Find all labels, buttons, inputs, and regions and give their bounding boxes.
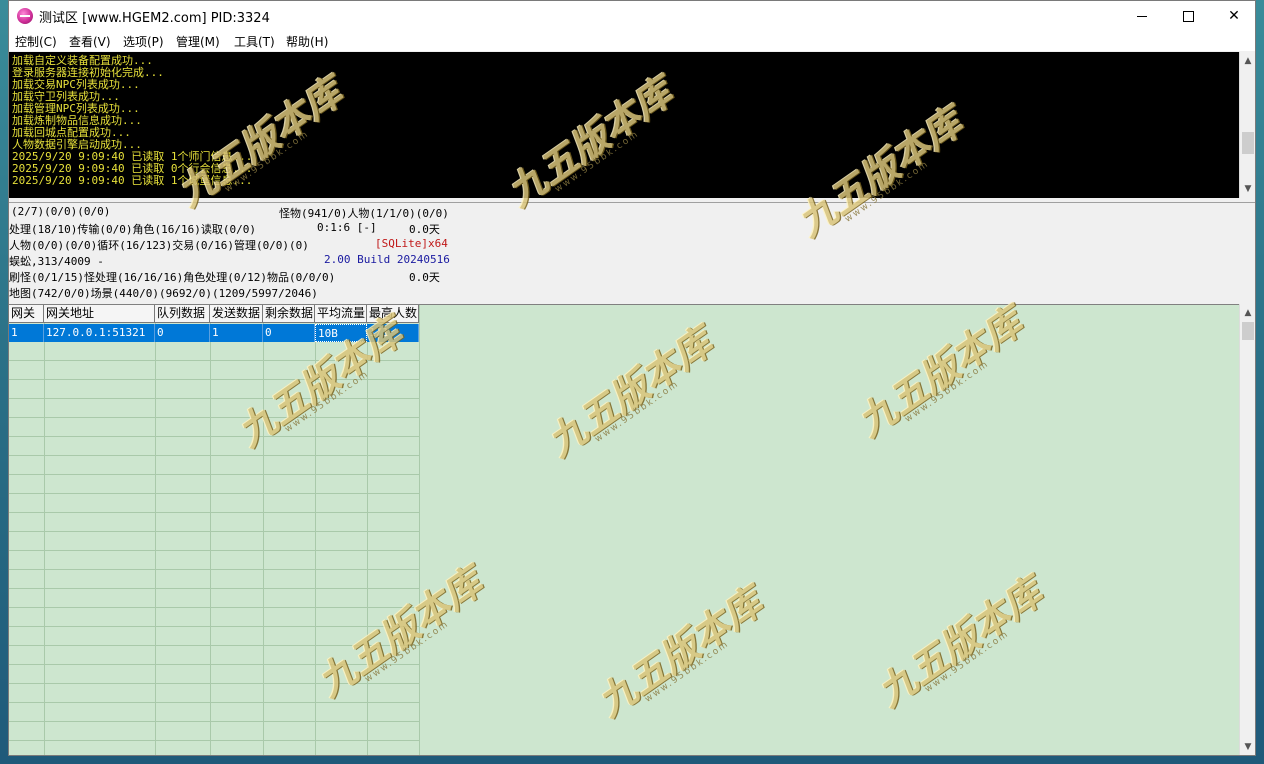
scroll-down-icon[interactable]: ▼ xyxy=(1240,182,1255,196)
app-window: 测试区 [www.HGEM2.com] PID:3324 ✕ 控制(C) 查看(… xyxy=(8,0,1256,756)
window-title: 测试区 [www.HGEM2.com] PID:3324 xyxy=(39,11,270,26)
scroll-thumb[interactable] xyxy=(1242,322,1254,340)
grid-divider xyxy=(315,305,316,755)
column-header[interactable]: 网关地址 xyxy=(44,305,155,323)
column-header[interactable]: 最高人数 xyxy=(367,305,419,323)
maximize-button[interactable] xyxy=(1165,1,1211,31)
table-cell[interactable]: 1 xyxy=(9,324,44,342)
grid-scrollbar[interactable]: ▲ ▼ xyxy=(1239,304,1255,755)
status-monster-name: 蜈蚣,313/4009 - xyxy=(9,255,104,268)
grid-header: 网关 网关地址 队列数据 发送数据 剩余数据 平均流量 最高人数 xyxy=(9,305,419,323)
menu-control[interactable]: 控制(C) xyxy=(15,33,57,50)
status-players: 人物(0/0)(0/0)循环(16/123)交易(0/16)管理(0/0)(0) xyxy=(9,239,309,252)
column-header[interactable]: 队列数据 xyxy=(155,305,210,323)
status-processing: 处理(18/10)传输(0/0)角色(16/16)读取(0/0) xyxy=(9,223,256,236)
close-icon: ✕ xyxy=(1228,8,1240,24)
table-cell[interactable]: 1 xyxy=(210,324,263,342)
status-version: 2.00 Build 20240516 xyxy=(324,253,450,266)
log-console: 加载自定义装备配置成功... 登录服务器连接初始化完成... 加载交易NPC列表… xyxy=(9,52,1239,198)
maximize-icon xyxy=(1182,10,1194,22)
console-scrollbar[interactable]: ▲ ▼ xyxy=(1239,52,1255,198)
table-row[interactable]: 1 127.0.0.1:51321 0 1 0 10B 1/1 xyxy=(9,324,419,342)
table-cell[interactable]: 1/1 xyxy=(367,324,419,342)
status-uptime: 0:1:6 [-] xyxy=(317,221,377,234)
status-db: [SQLite]x64 xyxy=(375,237,448,250)
status-monsters: 怪物(941/0)人物(1/1/0)(0/0) xyxy=(279,207,449,220)
gateway-grid[interactable]: 网关 网关地址 队列数据 发送数据 剩余数据 平均流量 最高人数 1 127.0… xyxy=(9,304,1239,755)
scroll-up-icon[interactable]: ▲ xyxy=(1240,54,1255,68)
column-header[interactable]: 剩余数据 xyxy=(263,305,315,323)
column-header[interactable]: 网关 xyxy=(9,305,44,323)
menu-manage[interactable]: 管理(M) xyxy=(176,33,220,50)
title-bar[interactable]: 测试区 [www.HGEM2.com] PID:3324 ✕ xyxy=(9,1,1255,31)
status-days-2: 0.0天 xyxy=(409,271,440,284)
grid-lines xyxy=(9,323,419,755)
status-panel: (2/7)(0/0)(0/0) 怪物(941/0)人物(1/1/0)(0/0) … xyxy=(9,202,1255,303)
column-header[interactable]: 平均流量 xyxy=(315,305,367,323)
scroll-down-icon[interactable]: ▼ xyxy=(1240,740,1255,754)
table-cell[interactable]: 0 xyxy=(263,324,315,342)
minimize-icon xyxy=(1137,15,1147,17)
grid-divider xyxy=(367,305,368,755)
grid-divider xyxy=(44,305,45,755)
menu-bar: 控制(C) 查看(V) 选项(P) 管理(M) 工具(T) 帮助(H) xyxy=(9,31,1255,51)
minimize-button[interactable] xyxy=(1119,1,1165,31)
column-header[interactable]: 发送数据 xyxy=(210,305,263,323)
status-spawn: 刷怪(0/1/15)怪处理(16/16/16)角色处理(0/12)物品(0/0/… xyxy=(9,271,336,284)
menu-view[interactable]: 查看(V) xyxy=(69,33,111,50)
grid-divider xyxy=(155,305,156,755)
table-cell[interactable]: 127.0.0.1:51321 xyxy=(44,324,155,342)
menu-tools[interactable]: 工具(T) xyxy=(234,33,275,50)
grid-divider xyxy=(419,305,420,755)
app-icon xyxy=(17,8,33,24)
grid-divider xyxy=(263,305,264,755)
close-button[interactable]: ✕ xyxy=(1211,1,1255,31)
menu-help[interactable]: 帮助(H) xyxy=(286,33,328,50)
table-cell[interactable]: 0 xyxy=(155,324,210,342)
scroll-thumb[interactable] xyxy=(1242,132,1254,154)
grid-divider xyxy=(210,305,211,755)
table-cell[interactable]: 10B xyxy=(315,324,367,342)
status-counts: (2/7)(0/0)(0/0) xyxy=(11,205,111,218)
status-map: 地图(742/0/0)场景(440/0)(9692/0)(1209/5997/2… xyxy=(9,287,318,300)
log-line: 2025/9/20 9:09:40 已读取 1个城堡信息... xyxy=(12,174,253,187)
scroll-up-icon[interactable]: ▲ xyxy=(1240,306,1255,320)
menu-options[interactable]: 选项(P) xyxy=(123,33,164,50)
status-days: 0.0天 xyxy=(409,223,440,236)
